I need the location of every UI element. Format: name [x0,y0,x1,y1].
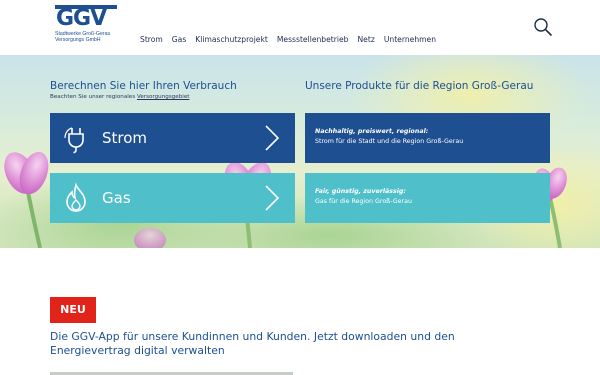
calculator-subtitle: Beachten Sie unser regionales Versorgung… [50,94,189,100]
nav-item-unternehmen[interactable]: Unternehmen [384,35,436,44]
ggv-logo[interactable]: GGV Stadtwerke Groß-Gerau Versorgungs Gm… [55,5,117,43]
search-button[interactable] [533,17,553,37]
nav-item-netz[interactable]: Netz [358,35,375,44]
chevron-right-icon [265,185,280,211]
logo-subtitle: Stadtwerke Groß-Gerau Versorgungs GmbH [55,31,117,43]
hero-section: Berechnen Sie hier Ihren Verbrauch Beach… [0,55,600,248]
new-badge: NEU [50,297,96,323]
calculator-subtitle-text: Beachten Sie unser regionales [50,94,137,100]
products-title: Unsere Produkte für die Region Groß-Gera… [305,80,534,92]
chevron-right-icon [265,125,280,151]
site-header: GGV Stadtwerke Groß-Gerau Versorgungs Gm… [0,0,600,55]
nav-item-strom[interactable]: Strom [140,35,163,44]
product-gas-description: Gas für die Region Groß-Gerau [315,198,412,205]
main-nav: Strom Gas Klimaschutzprojekt Messstellen… [140,35,445,44]
logo-sub-line2: Versorgungs GmbH [55,37,101,43]
plug-icon [64,127,84,154]
gas-tile-label: Gas [102,189,131,207]
product-strom-card[interactable]: Nachhaltig, preiswert, regional: Strom f… [305,113,550,163]
gas-calculator-tile[interactable]: Gas [50,173,295,223]
strom-calculator-tile[interactable]: Strom [50,113,295,163]
product-strom-description: Strom für die Stadt und die Region Groß-… [315,138,464,145]
nav-item-klimaschutzprojekt[interactable]: Klimaschutzprojekt [195,35,268,44]
product-strom-tagline: Nachhaltig, preiswert, regional: [315,128,429,135]
versorgungsgebiet-link[interactable]: Versorgungsgebiet [137,94,190,100]
nav-item-messstellenbetrieb[interactable]: Messstellenbetrieb [277,35,349,44]
nav-item-gas[interactable]: Gas [172,35,187,44]
calculator-title: Berechnen Sie hier Ihren Verbrauch [50,80,237,92]
search-icon [534,18,552,36]
news-headline[interactable]: Die GGV-App für unsere Kundinnen und Kun… [50,330,520,358]
product-gas-tagline: Fair, günstig, zuverlässig: [315,188,406,195]
strom-tile-label: Strom [102,129,148,147]
product-gas-card[interactable]: Fair, günstig, zuverlässig: Gas für die … [305,173,550,223]
svg-text:GGV: GGV [56,6,107,29]
flame-icon [66,182,86,212]
ggv-logo-mark: GGV [55,5,117,29]
